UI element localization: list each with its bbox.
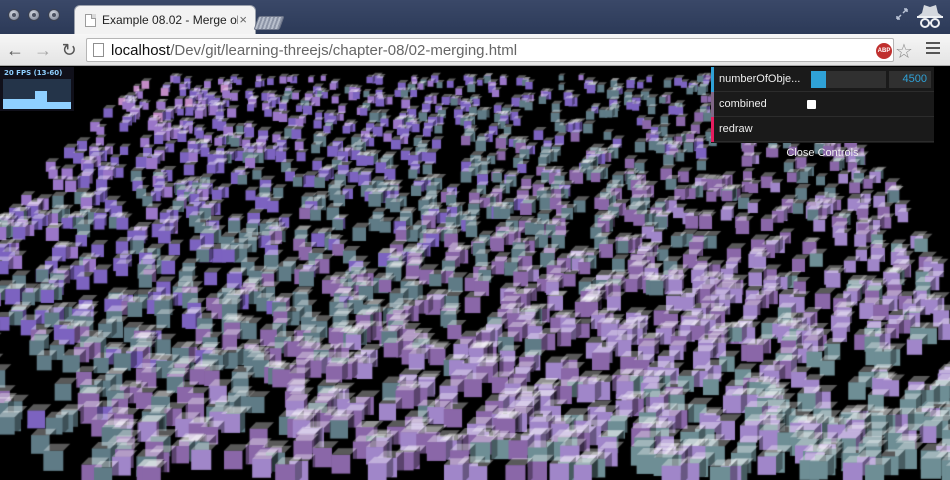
url-text[interactable]: localhost/Dev/git/learning-threejs/chapt…: [111, 42, 517, 59]
fps-bar: [67, 101, 71, 109]
fps-readout: 20 FPS (13-60): [4, 69, 63, 77]
window-title-bar: Example 08.02 - Merge objects ×: [0, 0, 950, 34]
browser-toolbar: ← → ↻ localhost/Dev/git/learning-threejs…: [0, 34, 950, 66]
chrome-menu-icon[interactable]: [926, 42, 940, 56]
redraw-row[interactable]: redraw: [711, 117, 934, 142]
dat-gui-panel: numberOfObje... 4500 combined redraw: [711, 67, 934, 143]
number-of-objects-slider[interactable]: [811, 71, 886, 88]
combined-row: combined: [711, 92, 934, 117]
address-bar[interactable]: localhost/Dev/git/learning-threejs/chapt…: [86, 38, 894, 62]
number-of-objects-row: numberOfObje... 4500: [711, 67, 934, 92]
stats-panel[interactable]: 20 FPS (13-60): [0, 67, 74, 111]
number-of-objects-label: numberOfObje...: [719, 73, 801, 85]
slider-fill: [811, 71, 826, 88]
tab-title: Example 08.02 - Merge objects: [102, 13, 238, 27]
row-accent-bar: [711, 92, 714, 117]
redraw-button-label: redraw: [719, 123, 753, 135]
combined-checkbox[interactable]: [807, 100, 816, 109]
new-tab-button[interactable]: [253, 16, 285, 30]
reload-icon[interactable]: ↻: [58, 39, 80, 61]
page-icon: [93, 43, 104, 57]
browser-tab[interactable]: Example 08.02 - Merge objects ×: [74, 5, 256, 34]
number-of-objects-input[interactable]: 4500: [889, 71, 931, 88]
page-favicon-icon: [85, 14, 96, 27]
bookmark-star-icon[interactable]: ☆: [895, 39, 913, 64]
adblock-extension-icon[interactable]: ABP: [876, 43, 892, 59]
close-window-button[interactable]: [8, 9, 20, 21]
minimize-window-button[interactable]: [28, 9, 40, 21]
incognito-icon: [917, 5, 943, 28]
fullscreen-icon[interactable]: [896, 8, 908, 20]
url-path: /Dev/git/learning-threejs/chapter-08/02-…: [170, 42, 518, 59]
webgl-viewport[interactable]: 20 FPS (13-60) numberOfObje... 4500 comb…: [0, 67, 950, 480]
fps-graph: [3, 79, 71, 109]
row-accent-bar: [711, 67, 714, 92]
zoom-window-button[interactable]: [48, 9, 60, 21]
forward-arrow-icon[interactable]: →: [32, 39, 54, 61]
back-arrow-icon[interactable]: ←: [4, 39, 26, 61]
url-host: localhost: [111, 42, 171, 59]
tab-close-icon[interactable]: ×: [239, 12, 247, 27]
combined-label: combined: [719, 98, 767, 110]
close-controls-button[interactable]: Close Controls: [711, 143, 934, 163]
row-accent-bar: [711, 117, 714, 142]
